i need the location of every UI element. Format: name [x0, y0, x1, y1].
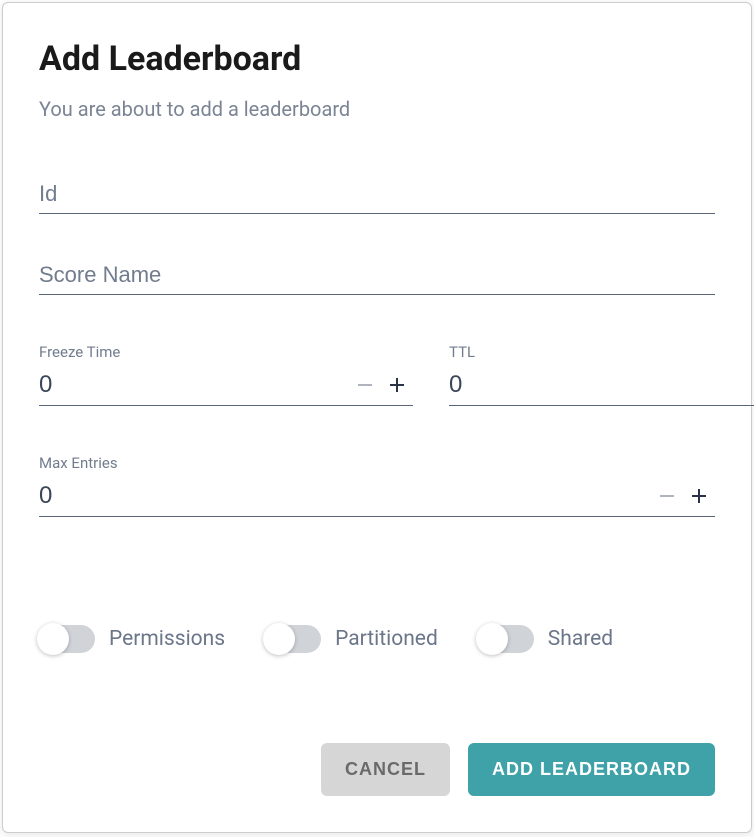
ttl-stepper: TTL — [449, 343, 754, 406]
minus-icon — [355, 375, 375, 395]
score-name-field-group — [39, 262, 715, 295]
button-row: Cancel Add Leaderboard — [39, 743, 715, 796]
ttl-input[interactable] — [449, 371, 754, 399]
permissions-toggle[interactable] — [39, 625, 95, 653]
permissions-toggle-label: Permissions — [109, 627, 225, 651]
max-entries-label: Max Entries — [39, 454, 715, 472]
freeze-time-increment[interactable] — [381, 375, 413, 395]
partitioned-toggle-label: Partitioned — [335, 627, 438, 651]
id-input[interactable] — [39, 181, 715, 207]
freeze-time-input[interactable] — [39, 371, 349, 399]
shared-toggle[interactable] — [478, 625, 534, 653]
minus-icon — [657, 486, 677, 506]
toggle-thumb — [37, 623, 69, 655]
max-entries-increment[interactable] — [683, 486, 715, 506]
plus-icon — [689, 486, 709, 506]
add-leaderboard-dialog: Add Leaderboard You are about to add a l… — [2, 2, 752, 833]
score-name-input[interactable] — [39, 262, 715, 288]
freeze-time-stepper: Freeze Time — [39, 343, 413, 406]
partitioned-toggle[interactable] — [265, 625, 321, 653]
freeze-time-decrement[interactable] — [349, 375, 381, 395]
max-entries-input[interactable] — [39, 482, 651, 510]
max-entries-decrement[interactable] — [651, 486, 683, 506]
max-entries-field-group: Max Entries — [39, 454, 715, 517]
ttl-label: TTL — [449, 343, 754, 361]
dialog-subtitle: You are about to add a leaderboard — [39, 97, 715, 121]
id-field-group — [39, 181, 715, 214]
toggle-thumb — [263, 623, 295, 655]
freeze-time-label: Freeze Time — [39, 343, 413, 361]
shared-toggle-label: Shared — [548, 627, 613, 651]
cancel-button[interactable]: Cancel — [321, 743, 450, 796]
plus-icon — [387, 375, 407, 395]
toggle-thumb — [476, 623, 508, 655]
max-entries-stepper: Max Entries — [39, 454, 715, 517]
dialog-title: Add Leaderboard — [39, 39, 715, 79]
toggle-row: Permissions Partitioned Shared — [39, 625, 715, 653]
add-leaderboard-button[interactable]: Add Leaderboard — [468, 743, 715, 796]
